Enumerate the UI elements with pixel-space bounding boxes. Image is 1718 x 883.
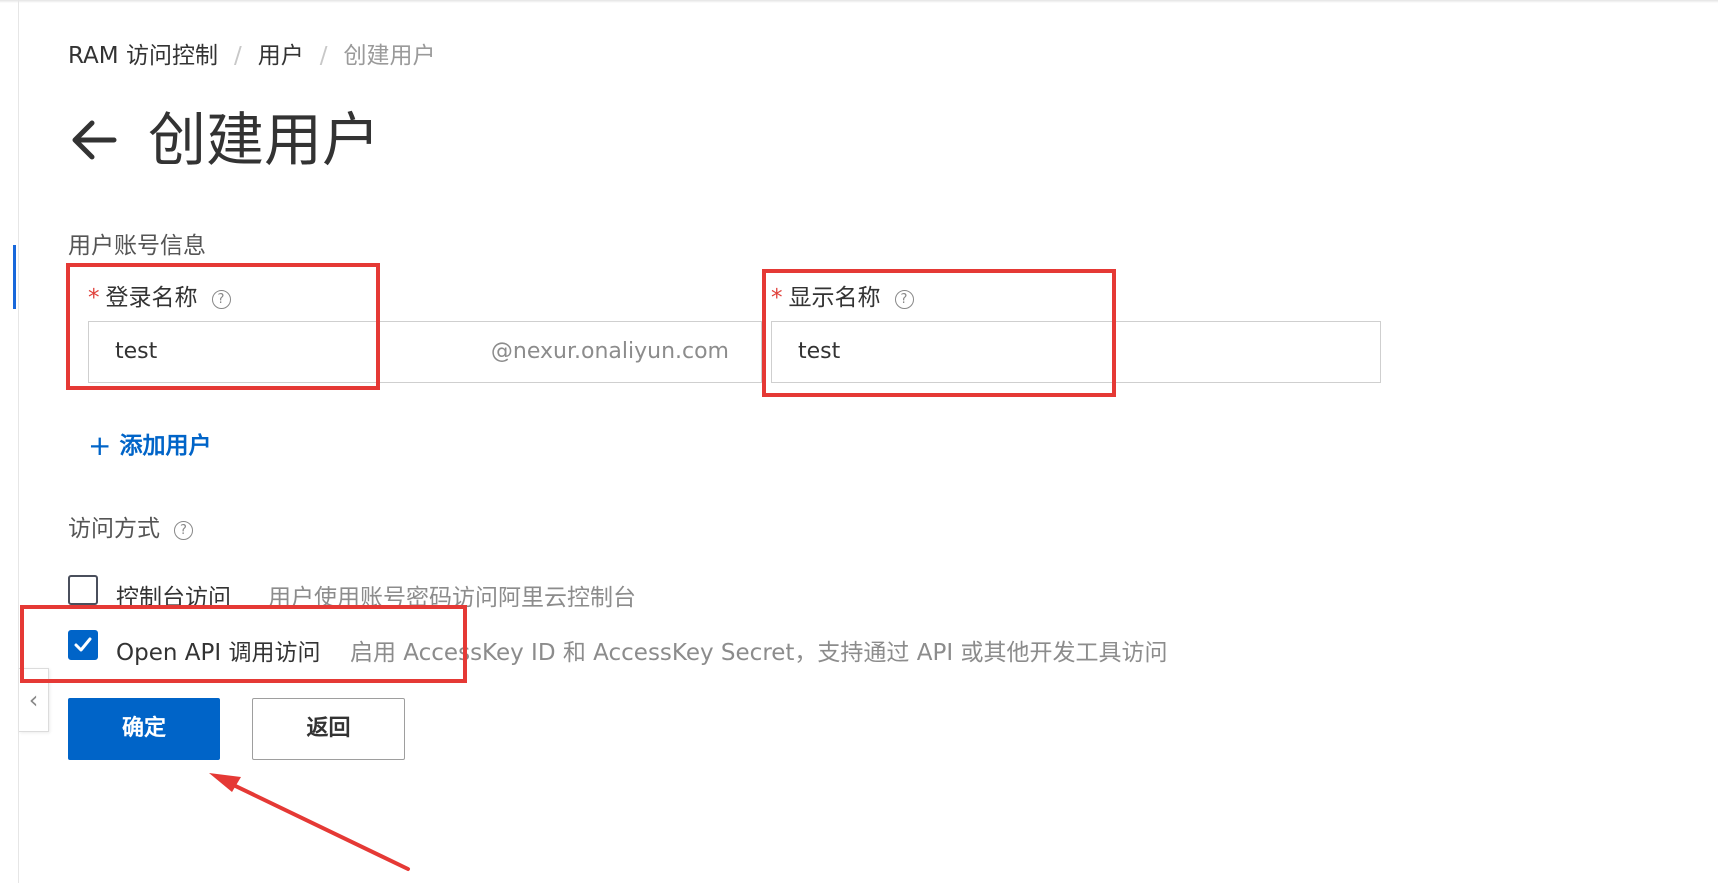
display-name-value: test (798, 339, 841, 364)
display-name-label: * 显示名称? (771, 278, 914, 312)
arrow-left-icon[interactable] (66, 113, 120, 167)
display-name-input[interactable]: test (771, 321, 1381, 383)
plus-icon: + (88, 429, 112, 462)
openapi-access-label: Open API 调用访问 (116, 640, 321, 666)
sidebar-active-indicator (13, 245, 16, 309)
access-method-label-text: 访问方式 (68, 516, 160, 542)
top-shadow (0, 0, 1718, 3)
openapi-access-description: 启用 AccessKey ID 和 AccessKey Secret，支持通过 … (350, 640, 1168, 666)
required-mark: * (771, 285, 783, 311)
add-user-label: 添加用户 (119, 433, 212, 459)
login-name-domain-suffix: @nexur.onaliyun.com (490, 339, 729, 364)
console-access-checkbox[interactable] (68, 575, 98, 605)
display-name-label-text: 显示名称 (788, 285, 881, 311)
question-circle-icon[interactable]: ? (211, 290, 231, 309)
page-title: 创建用户 (148, 106, 381, 174)
console-access-description: 用户使用账号密码访问阿里云控制台 (268, 585, 636, 611)
login-name-input[interactable]: test @nexur.onaliyun.com (88, 321, 762, 383)
back-button[interactable]: 返回 (252, 698, 405, 760)
account-section-label: 用户账号信息 (68, 233, 206, 259)
breadcrumb-item-users[interactable]: 用户 (258, 43, 304, 69)
required-mark: * (88, 285, 100, 311)
access-option-openapi[interactable]: Open API 调用访问 启用 AccessKey ID 和 AccessKe… (68, 630, 1168, 667)
breadcrumb-current: 创建用户 (343, 43, 436, 69)
breadcrumb-separator: / (319, 43, 328, 69)
access-method-label: 访问方式? (68, 509, 193, 543)
access-option-console[interactable]: 控制台访问 用户使用账号密码访问阿里云控制台 (68, 575, 768, 612)
openapi-access-checkbox[interactable] (68, 630, 98, 660)
question-circle-icon[interactable]: ? (894, 290, 914, 309)
question-circle-icon[interactable]: ? (174, 521, 193, 540)
login-name-label-text: 登录名称 (105, 285, 198, 311)
sidebar-edge (18, 0, 19, 883)
checkmark-icon (74, 637, 92, 652)
confirm-button[interactable]: 确定 (68, 698, 220, 760)
console-access-label: 控制台访问 (116, 585, 231, 611)
add-user-button[interactable]: + 添加用户 (88, 426, 211, 462)
chevron-left-icon: ‹ (28, 686, 39, 714)
login-name-value: test (115, 339, 158, 364)
breadcrumb-separator: / (233, 43, 242, 69)
sidebar-collapse-toggle[interactable]: ‹ (19, 668, 49, 732)
breadcrumb: RAM 访问控制 / 用户 / 创建用户 (68, 36, 435, 70)
breadcrumb-item-ram[interactable]: RAM 访问控制 (68, 43, 218, 69)
login-name-label: * 登录名称? (88, 278, 231, 312)
